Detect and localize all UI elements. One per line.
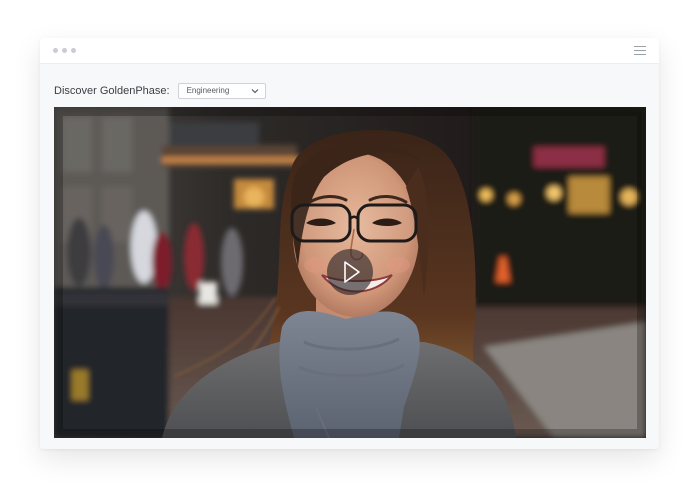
play-icon	[344, 261, 360, 283]
app-window: Discover GoldenPhase: Engineering	[40, 38, 659, 449]
window-dot-icon	[71, 48, 76, 53]
window-dot-icon	[62, 48, 67, 53]
video-player[interactable]	[54, 107, 646, 438]
discover-toolbar: Discover GoldenPhase: Engineering	[54, 82, 266, 100]
hamburger-menu-icon[interactable]	[634, 46, 646, 55]
page-stage: Discover GoldenPhase: Engineering	[0, 0, 699, 491]
category-select-value: Engineering	[186, 86, 230, 95]
window-dot-icon	[53, 48, 58, 53]
discover-label: Discover GoldenPhase:	[54, 85, 170, 97]
category-select[interactable]: Engineering	[177, 83, 266, 99]
window-titlebar	[40, 38, 659, 64]
play-button[interactable]	[327, 249, 373, 295]
chevron-down-icon	[251, 89, 258, 94]
